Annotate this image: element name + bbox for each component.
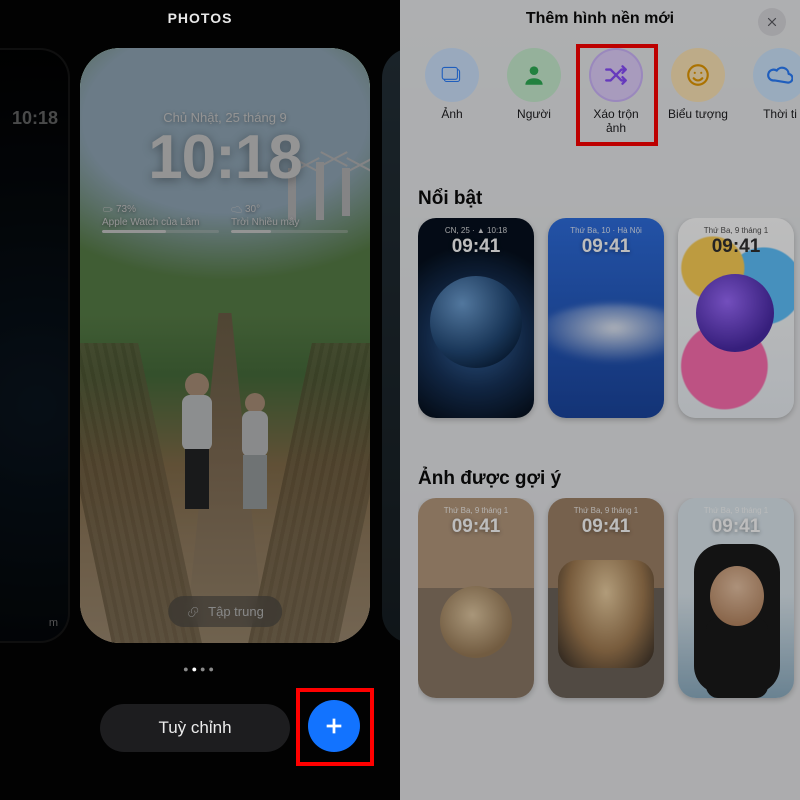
category-emoji[interactable]: Biểu tượng xyxy=(662,48,734,136)
wallpaper-card-current[interactable]: Chủ Nhật, 25 tháng 9 10:18 73% Apple Wat… xyxy=(80,48,370,643)
lockscreen-widgets: 73% Apple Watch của Lâm 30° Trời Nhiều m… xyxy=(102,204,348,233)
featured-item-astronomy[interactable]: CN, 25 · ▲ 10:18 09:41 Thiên văn xyxy=(418,218,534,418)
plus-icon xyxy=(323,715,345,737)
focus-pill[interactable]: Tập trung xyxy=(168,596,282,627)
widget-weather: 30° Trời Nhiều mây xyxy=(231,204,348,233)
suggested-item[interactable]: Thứ Ba, 9 tháng 1 09:41 xyxy=(678,498,794,698)
add-wallpaper-sheet-screen: Thêm hình nền mới Ảnh Người Xáo trộn ảnh… xyxy=(400,0,800,800)
shuffle-icon xyxy=(603,62,629,88)
emoji-icon xyxy=(685,62,711,88)
suggested-item[interactable]: Thứ Ba, 9 tháng 1 09:41 xyxy=(548,498,664,698)
featured-item-weather[interactable]: Thứ Ba, 10 · Hà Nội 09:41 Thời tiết xyxy=(548,218,664,418)
weather-icon xyxy=(767,62,793,88)
category-photo[interactable]: Ảnh xyxy=(416,48,488,136)
prev-card-time: 10:18 xyxy=(12,108,58,129)
widget-apple-watch-battery: 73% Apple Watch của Lâm xyxy=(102,204,219,233)
battery-icon xyxy=(102,204,113,215)
people-in-photo xyxy=(170,353,280,533)
featured-item-collection[interactable]: Thứ Ba, 9 tháng 1 09:41 Bộ sưu tập xyxy=(678,218,794,418)
sheet-title: Thêm hình nền mới xyxy=(400,10,800,28)
category-shuffle[interactable]: Xáo trộn ảnh xyxy=(580,48,652,136)
gallery-title: PHOTOS xyxy=(0,10,400,26)
suggested-row: Thứ Ba, 9 tháng 1 09:41 Thứ Ba, 9 tháng … xyxy=(418,498,800,798)
add-wallpaper-sheet: Thêm hình nền mới Ảnh Người Xáo trộn ảnh… xyxy=(400,0,800,800)
category-row: Ảnh Người Xáo trộn ảnh Biểu tượng Thời t… xyxy=(400,48,800,136)
lockscreen-time: 10:18 xyxy=(80,122,370,193)
focus-pill-label: Tập trung xyxy=(208,604,264,619)
person-icon xyxy=(521,62,547,88)
suggested-item[interactable]: Thứ Ba, 9 tháng 1 09:41 xyxy=(418,498,534,698)
section-title-suggested: Ảnh được gợi ý xyxy=(418,468,561,490)
close-icon xyxy=(766,16,778,28)
add-wallpaper-button[interactable] xyxy=(308,700,360,752)
link-icon xyxy=(186,605,200,619)
category-people[interactable]: Người xyxy=(498,48,570,136)
close-button[interactable] xyxy=(758,8,786,36)
wallpaper-gallery-screen: PHOTOS 10:18 m Chủ Nhật, 25 tháng 9 10:1… xyxy=(0,0,400,800)
section-title-featured: Nổi bật xyxy=(418,188,482,210)
cloud-icon xyxy=(231,204,242,215)
customize-button[interactable]: Tuỳ chỉnh xyxy=(100,704,290,752)
gallery-icon xyxy=(439,62,465,88)
page-indicator: ●●●● xyxy=(0,664,400,674)
wallpaper-card-previous[interactable]: 10:18 m xyxy=(0,48,70,643)
category-weather[interactable]: Thời ti xyxy=(744,48,800,136)
featured-row: CN, 25 · ▲ 10:18 09:41 Thiên văn Thứ Ba,… xyxy=(418,218,800,456)
prev-card-sublabel: m xyxy=(49,617,58,629)
